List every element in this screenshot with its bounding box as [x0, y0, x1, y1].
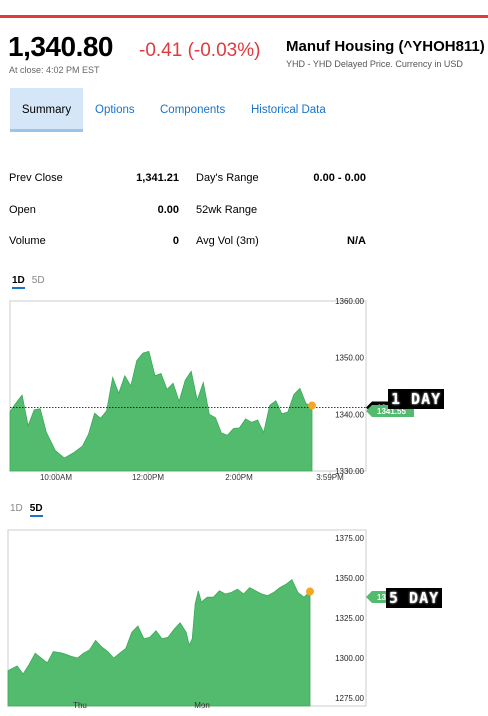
- y-tick-label: 1325.00: [335, 614, 364, 623]
- y-tick-label: 1300.00: [335, 654, 364, 663]
- quote-subtitle: YHD - YHD Delayed Price. Currency in USD: [286, 59, 463, 69]
- y-tick-label: 1275.00: [335, 694, 364, 703]
- open-label: Open: [9, 204, 36, 216]
- chart2-range-5d[interactable]: 5D: [29, 503, 43, 517]
- x-tick-label: 12:00PM: [132, 473, 164, 482]
- chart2-range-1d[interactable]: 1D: [10, 503, 23, 514]
- y-tick-label: 1340.00: [335, 410, 364, 419]
- days-range-label: Day's Range: [196, 172, 259, 184]
- open-value: 0.00: [157, 204, 179, 216]
- y-tick-label: 1350.00: [335, 354, 364, 363]
- tab-components[interactable]: Components: [160, 88, 225, 132]
- prev-close-label: Prev Close: [9, 172, 63, 184]
- side-label-5day: 5 DAY: [386, 588, 443, 608]
- y-tick-label: 1360.00: [335, 297, 364, 306]
- volume-value: 0: [172, 235, 179, 247]
- chart1-range-5d[interactable]: 5D: [32, 275, 45, 286]
- chart-5d: 1341.551275.001300.001325.001350.001375.…: [7, 529, 414, 710]
- 52wk-range-label: 52wk Range: [196, 204, 258, 216]
- close-time: At close: 4:02 PM EST: [9, 65, 100, 75]
- price-area-series: [9, 350, 313, 472]
- quote-name: Manuf Housing (^YHOH811): [286, 38, 485, 55]
- quote-tabs: Summary Options Components Historical Da…: [0, 88, 488, 132]
- last-price-marker: [308, 401, 316, 410]
- chart1-range-1d[interactable]: 1D: [12, 275, 25, 289]
- chart1-range-toggle: 1D 5D: [12, 275, 52, 289]
- avg-vol-label: Avg Vol (3m): [196, 235, 259, 247]
- y-tick-label: 1350.00: [335, 574, 364, 583]
- volume-label: Volume: [9, 235, 46, 247]
- price-area-series: [7, 578, 311, 707]
- chart2-range-toggle: 1D 5D: [10, 503, 50, 517]
- x-tick-label: 2:00PM: [225, 473, 253, 482]
- x-tick-label: 10:00AM: [40, 473, 72, 482]
- price: 1,340.80: [8, 31, 114, 62]
- x-tick-label: 3:59PM: [316, 473, 344, 482]
- avg-vol-value: N/A: [347, 235, 366, 247]
- tab-historical-data[interactable]: Historical Data: [251, 88, 326, 132]
- tab-summary[interactable]: Summary: [10, 88, 83, 132]
- side-label-1day: 1 DAY: [388, 389, 445, 409]
- tab-options[interactable]: Options: [95, 88, 135, 132]
- y-tick-label: 1375.00: [335, 534, 364, 543]
- last-price-marker: [306, 587, 314, 596]
- days-range-value: 0.00 - 0.00: [313, 172, 366, 184]
- brand-accent-bar: [0, 15, 488, 18]
- price-change: -0.41 (-0.03%): [139, 40, 261, 61]
- prev-close-value: 1,341.21: [136, 172, 179, 184]
